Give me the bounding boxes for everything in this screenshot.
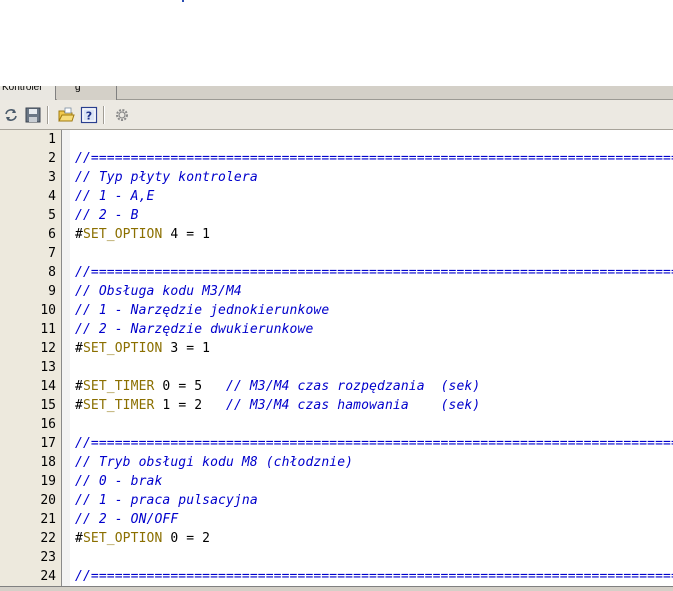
line-number: 10 bbox=[40, 303, 56, 318]
code-line[interactable]: // Tryb obsługi kodu M8 (chłodznie) bbox=[75, 453, 353, 472]
code-line[interactable]: #SET_TIMER 0 = 5 // M3/M4 czas rozpędzan… bbox=[75, 377, 480, 396]
comment-text: // Typ płyty kontrolera bbox=[75, 170, 258, 185]
keyword-text: SET_OPTION bbox=[82, 227, 163, 242]
line-number: 21 bbox=[40, 512, 56, 527]
settings-button[interactable] bbox=[113, 106, 131, 124]
comment-text: //======================================… bbox=[75, 151, 673, 166]
directive-hash: # bbox=[75, 341, 83, 356]
code-line[interactable]: #SET_OPTION 0 = 2 bbox=[75, 529, 210, 548]
line-number: 22 bbox=[40, 531, 56, 546]
directive-hash: # bbox=[75, 379, 83, 394]
line-number: 16 bbox=[40, 417, 56, 432]
code-line[interactable]: // 0 - brak bbox=[75, 472, 162, 491]
directive-hash: # bbox=[75, 398, 83, 413]
open-folder-icon bbox=[58, 107, 75, 122]
directive-hash: # bbox=[75, 227, 83, 242]
comment-text: //======================================… bbox=[75, 265, 673, 280]
save-button[interactable] bbox=[24, 106, 42, 124]
editor-toolbar: ? bbox=[0, 100, 673, 130]
comment-text: // 1 - A,E bbox=[75, 189, 155, 204]
line-number: 18 bbox=[40, 455, 56, 470]
line-number: 17 bbox=[40, 436, 56, 451]
bottom-strip bbox=[0, 586, 673, 591]
line-number: 14 bbox=[40, 379, 56, 394]
comment-text: // M3/M4 czas hamowania (sek) bbox=[226, 398, 481, 413]
line-number: 13 bbox=[40, 360, 56, 375]
keyword-text: SET_OPTION bbox=[82, 341, 163, 356]
code-line[interactable]: // 1 - A,E bbox=[75, 187, 154, 206]
code-line[interactable]: #SET_OPTION 4 = 1 bbox=[75, 225, 210, 244]
code-text: 3 = 1 bbox=[162, 341, 211, 356]
gear-icon bbox=[116, 109, 128, 121]
help-button[interactable]: ? bbox=[80, 106, 98, 124]
code-text: 0 = 2 bbox=[162, 531, 211, 546]
comment-text: // Tryb obsługi kodu M8 (chłodznie) bbox=[75, 455, 354, 470]
code-text: 4 = 1 bbox=[162, 227, 211, 242]
code-line[interactable]: //======================================… bbox=[75, 434, 673, 453]
fold-margin bbox=[62, 130, 70, 591]
comment-text: //======================================… bbox=[75, 436, 673, 451]
line-number: 8 bbox=[48, 265, 56, 280]
directive-hash: # bbox=[75, 531, 83, 546]
line-number: 5 bbox=[48, 208, 56, 223]
code-line[interactable]: #SET_TIMER 1 = 2 // M3/M4 czas hamowania… bbox=[75, 396, 480, 415]
line-number: 19 bbox=[40, 474, 56, 489]
line-number: 3 bbox=[48, 170, 56, 185]
comment-text: // M3/M4 czas rozpędzania (sek) bbox=[226, 379, 481, 394]
code-line[interactable]: // 2 - ON/OFF bbox=[75, 510, 178, 529]
code-line[interactable]: // 1 - praca pulsacyjna bbox=[75, 491, 258, 510]
open-button[interactable] bbox=[57, 106, 75, 124]
comment-text: // Obsługa kodu M3/M4 bbox=[75, 284, 242, 299]
line-number: 11 bbox=[40, 322, 56, 337]
code-editor[interactable]: 1 2 3 4 5 6 7 8 9 10 11 12 13 14 15 16 17 18 19 20 21 22 23 24 … bbox=[0, 130, 673, 591]
comment-text: //======================================… bbox=[75, 569, 673, 584]
line-number: 4 bbox=[48, 189, 56, 204]
line-number: 2 bbox=[48, 151, 56, 166]
code-text: 1 = 2 bbox=[154, 398, 227, 413]
code-line[interactable]: //======================================… bbox=[75, 149, 673, 168]
code-line[interactable]: // 2 - Narzędzie dwukierunkowe bbox=[75, 320, 313, 339]
code-text: 0 = 5 bbox=[154, 379, 227, 394]
line-number: 7 bbox=[48, 246, 56, 261]
code-line[interactable]: // 1 - Narzędzie jednokierunkowe bbox=[75, 301, 329, 320]
tab-kontroler[interactable]: Kontroler bbox=[0, 86, 56, 100]
top-blank-area bbox=[0, 0, 673, 86]
toolbar-separator bbox=[103, 106, 105, 124]
comment-text: // 2 - Narzędzie dwukierunkowe bbox=[75, 322, 314, 337]
toolbar-separator bbox=[47, 106, 49, 124]
line-number: 1 bbox=[48, 132, 56, 147]
line-number: 6 bbox=[48, 227, 56, 242]
line-number-gutter: 1 2 3 4 5 6 7 8 9 10 11 12 13 14 15 16 17 18 19 20 21 22 23 24 bbox=[0, 130, 61, 591]
save-icon bbox=[25, 107, 41, 123]
svg-text:?: ? bbox=[86, 110, 92, 123]
code-line[interactable]: // Typ płyty kontrolera bbox=[75, 168, 258, 187]
tab-bar: Kontroler g bbox=[0, 86, 673, 100]
line-number: 15 bbox=[40, 398, 56, 413]
line-number: 20 bbox=[40, 493, 56, 508]
keyword-text: SET_OPTION bbox=[82, 531, 163, 546]
line-number: 24 bbox=[40, 569, 56, 584]
code-line[interactable]: //======================================… bbox=[75, 567, 673, 586]
help-icon: ? bbox=[80, 106, 98, 124]
code-line[interactable]: #SET_OPTION 3 = 1 bbox=[75, 339, 210, 358]
cursor-dot bbox=[182, 0, 184, 2]
comment-text: // 1 - praca pulsacyjna bbox=[75, 493, 258, 508]
comment-text: // 2 - B bbox=[75, 208, 139, 223]
line-number: 23 bbox=[40, 550, 56, 565]
code-line[interactable]: // Obsługa kodu M3/M4 bbox=[75, 282, 242, 301]
line-number: 9 bbox=[48, 284, 56, 299]
comment-text: // 0 - brak bbox=[75, 474, 163, 489]
line-number: 12 bbox=[40, 341, 56, 356]
tab-second[interactable]: g bbox=[57, 86, 117, 100]
keyword-text: SET_TIMER bbox=[82, 398, 155, 413]
refresh-icon bbox=[5, 109, 17, 121]
code-line[interactable]: //======================================… bbox=[75, 263, 673, 282]
comment-text: // 2 - ON/OFF bbox=[75, 512, 179, 527]
refresh-button[interactable] bbox=[2, 106, 20, 124]
code-area[interactable]: //======================================… bbox=[71, 130, 673, 591]
code-line[interactable]: // 2 - B bbox=[75, 206, 139, 225]
comment-text: // 1 - Narzędzie jednokierunkowe bbox=[75, 303, 330, 318]
keyword-text: SET_TIMER bbox=[82, 379, 155, 394]
